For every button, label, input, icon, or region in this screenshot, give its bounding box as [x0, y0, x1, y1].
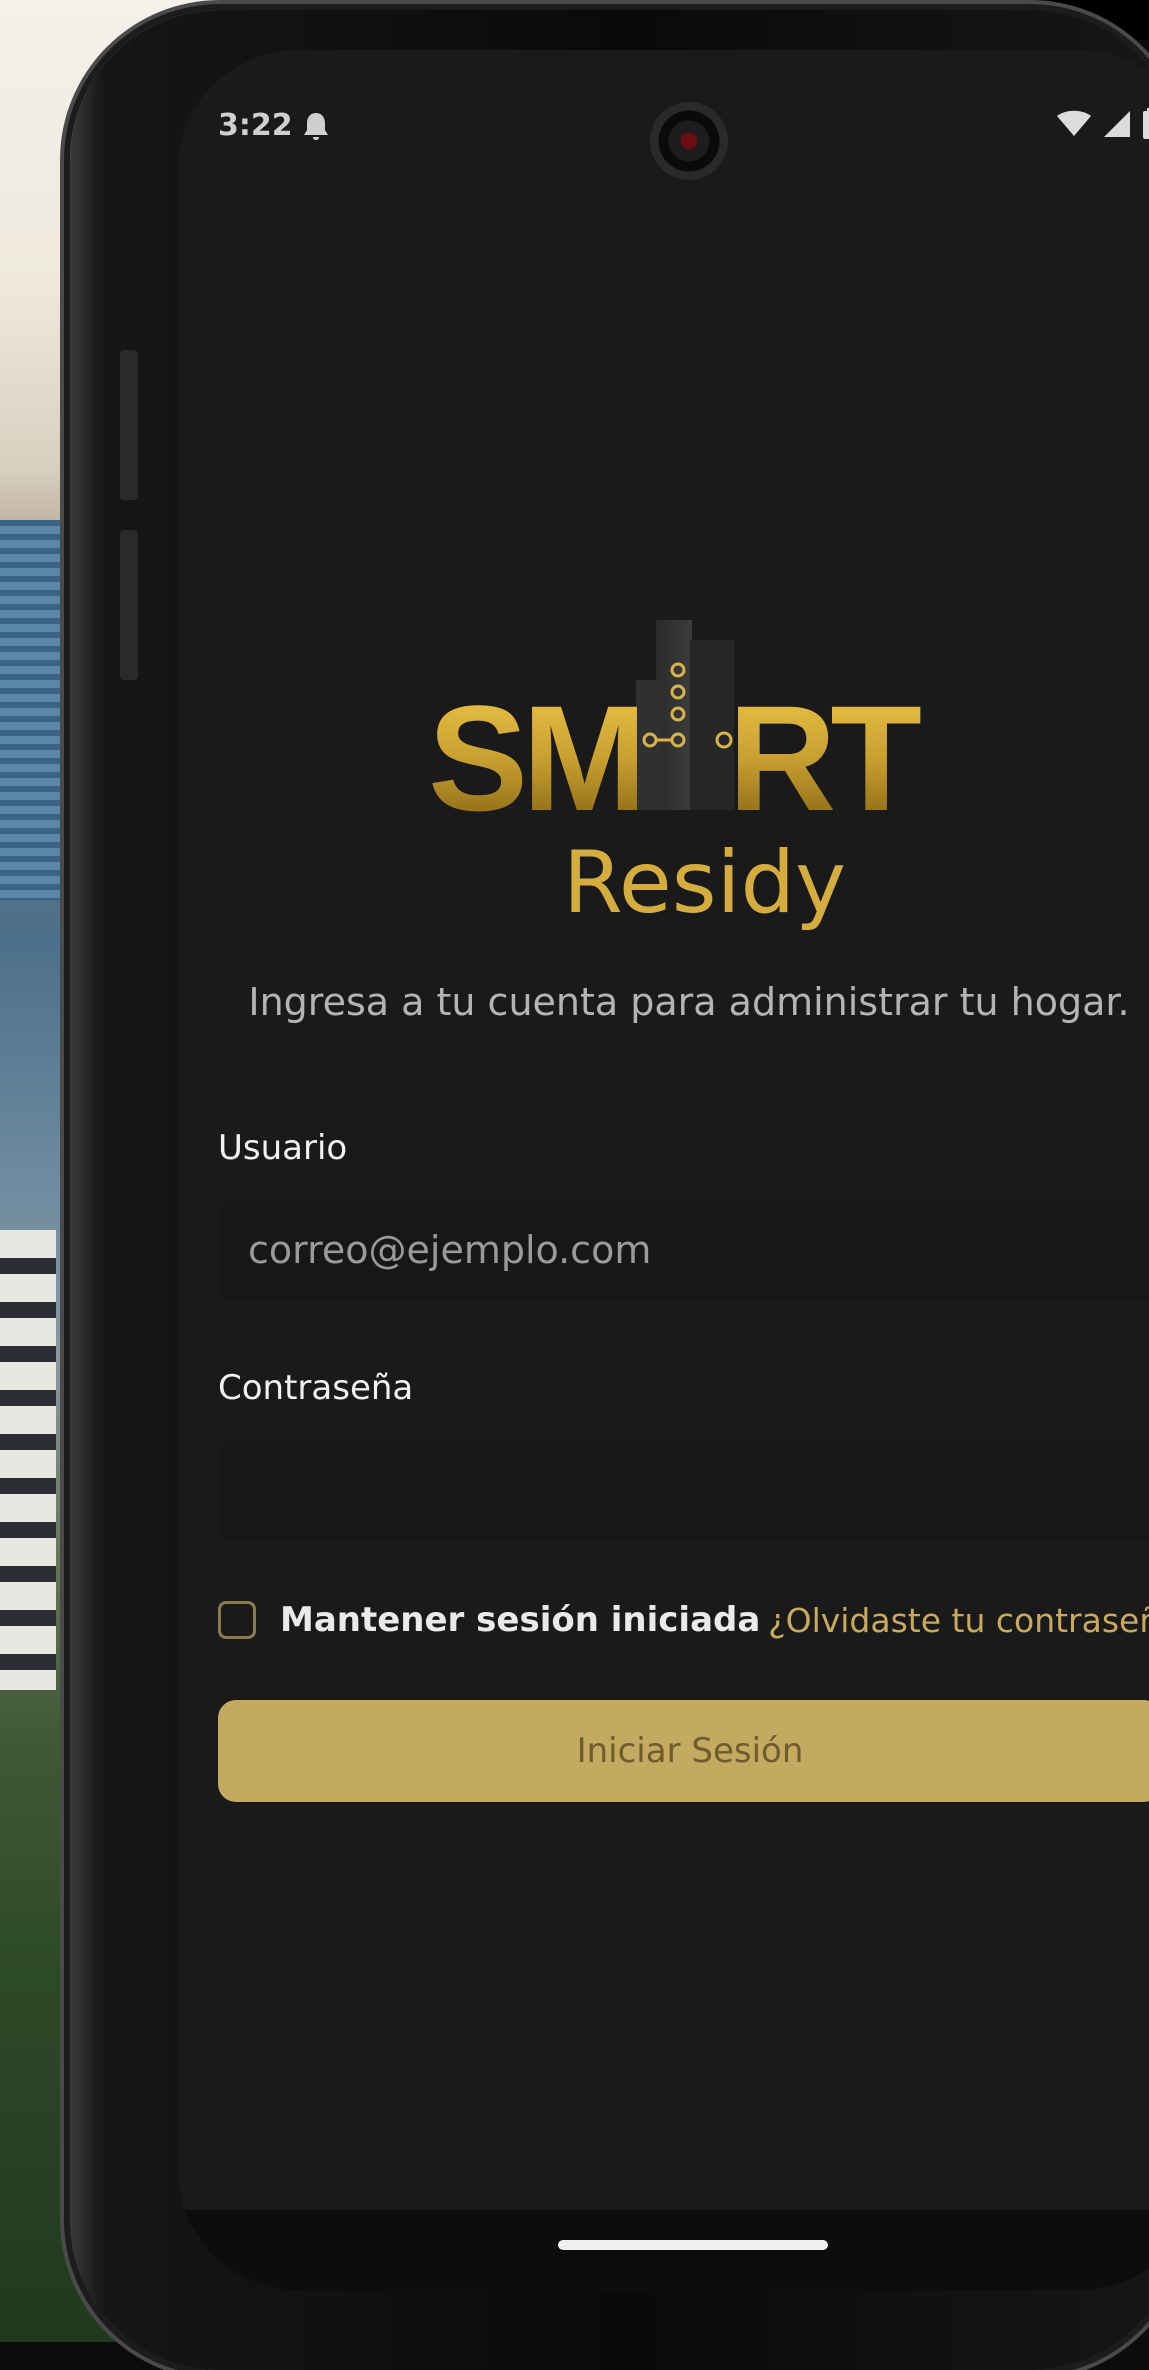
remember-checkbox[interactable] — [218, 1601, 256, 1639]
password-input[interactable] — [218, 1440, 1149, 1540]
phone-power-button — [120, 530, 138, 680]
navigation-bar — [178, 2210, 1149, 2290]
remember-row: Mantener sesión iniciada ¿Olvidaste tu c… — [218, 1590, 1149, 1650]
username-input[interactable] — [218, 1200, 1149, 1300]
forgot-password-link[interactable]: ¿Olvidaste tu contraseña? — [768, 1601, 1149, 1640]
status-bar: 3:22 — [178, 50, 1149, 200]
background-tower — [0, 520, 60, 900]
status-time: 3:22 — [218, 108, 293, 143]
phone-volume-button — [120, 350, 138, 500]
username-label: Usuario — [218, 1128, 348, 1168]
front-camera-icon — [650, 102, 728, 180]
home-indicator[interactable] — [558, 2240, 828, 2250]
remember-label[interactable]: Mantener sesión iniciada — [280, 1600, 760, 1640]
signal-icon — [1104, 111, 1130, 137]
phone-frame: 3:22 SM RT Residy Ingresa a tu cuenta pa… — [70, 10, 1149, 2370]
status-left: 3:22 — [218, 108, 329, 143]
password-label: Contraseña — [218, 1368, 414, 1408]
logo-word-smart-right: RT — [728, 674, 921, 842]
status-right — [1056, 108, 1149, 140]
login-button[interactable]: Iniciar Sesión — [218, 1700, 1149, 1802]
smart-residy-logo: SM RT Residy — [428, 620, 927, 933]
logo-word-residy: Residy — [563, 833, 846, 933]
login-screen: 3:22 SM RT Residy Ingresa a tu cuenta pa… — [178, 50, 1149, 2290]
login-subtitle: Ingresa a tu cuenta para administrar tu … — [248, 980, 1130, 1024]
logo-word-smart-left: SM — [428, 674, 641, 842]
notification-icon — [303, 112, 328, 140]
background-building — [0, 1230, 56, 1690]
battery-icon — [1143, 108, 1149, 139]
wifi-icon — [1057, 110, 1091, 136]
